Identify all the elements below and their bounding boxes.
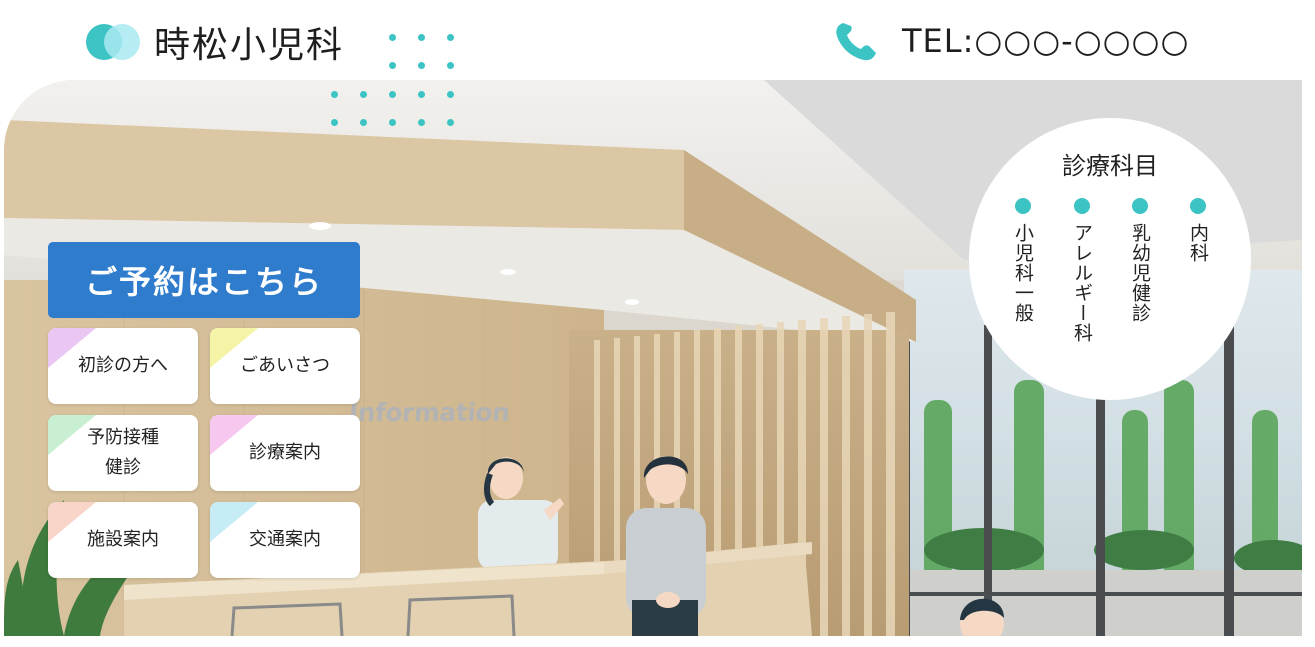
phone-icon — [836, 23, 876, 61]
menu-access-guide[interactable]: 交通案内 — [210, 502, 360, 578]
menu-label: 施設案内 — [87, 529, 159, 550]
department-label: 内科 — [1187, 223, 1209, 263]
menu-label: 予防接種 健診 — [87, 427, 159, 478]
departments-title: 診療科目 — [1062, 152, 1158, 180]
page: 時松小児科 TEL:○○○-○○○○ Information ご予約はこちら 初… — [0, 0, 1315, 647]
department-label: 小児科一般 — [1012, 223, 1034, 323]
menu-label: 交通案内 — [249, 529, 321, 550]
department-label: アレルギー科 — [1071, 223, 1093, 343]
department-label: 乳幼児健診 — [1129, 223, 1151, 323]
departments-panel: 診療科目 内科 乳幼児健診 アレルギー科 小児科一般 — [969, 118, 1251, 400]
menu-label: ごあいさつ — [240, 355, 330, 376]
information-sign: Information — [347, 398, 511, 427]
menu-greeting[interactable]: ごあいさつ — [210, 328, 360, 404]
department-item[interactable]: 内科 — [1185, 198, 1211, 263]
menu-label: 初診の方へ — [78, 355, 168, 376]
menu-consultation-guide[interactable]: 診療案内 — [210, 415, 360, 491]
site-logo[interactable]: 時松小児科 — [86, 20, 344, 66]
logo-circles-icon — [86, 22, 142, 62]
bullet-icon — [1132, 198, 1148, 214]
menu-label: 診療案内 — [249, 442, 321, 463]
bullet-icon — [1074, 198, 1090, 214]
tel-number: TEL:○○○-○○○○ — [902, 22, 1190, 60]
hero-image: Information ご予約はこちら 初診の方へ ごあいさつ 予防接種 健診 … — [4, 80, 1302, 636]
menu-first-visit[interactable]: 初診の方へ — [48, 328, 198, 404]
department-item[interactable]: 乳幼児健診 — [1127, 198, 1153, 323]
bullet-icon — [1190, 198, 1206, 214]
site-header: 時松小児科 TEL:○○○-○○○○ — [0, 0, 1315, 82]
department-item[interactable]: 小児科一般 — [1010, 198, 1036, 323]
department-item[interactable]: アレルギー科 — [1069, 198, 1095, 343]
decorative-dots — [4, 80, 5, 81]
menu-facility-guide[interactable]: 施設案内 — [48, 502, 198, 578]
bullet-icon — [1015, 198, 1031, 214]
tel-contact[interactable]: TEL:○○○-○○○○ — [834, 18, 1189, 64]
reserve-button[interactable]: ご予約はこちら — [48, 242, 360, 318]
site-title: 時松小児科 — [154, 25, 345, 66]
menu-vaccination-checkup[interactable]: 予防接種 健診 — [48, 415, 198, 491]
